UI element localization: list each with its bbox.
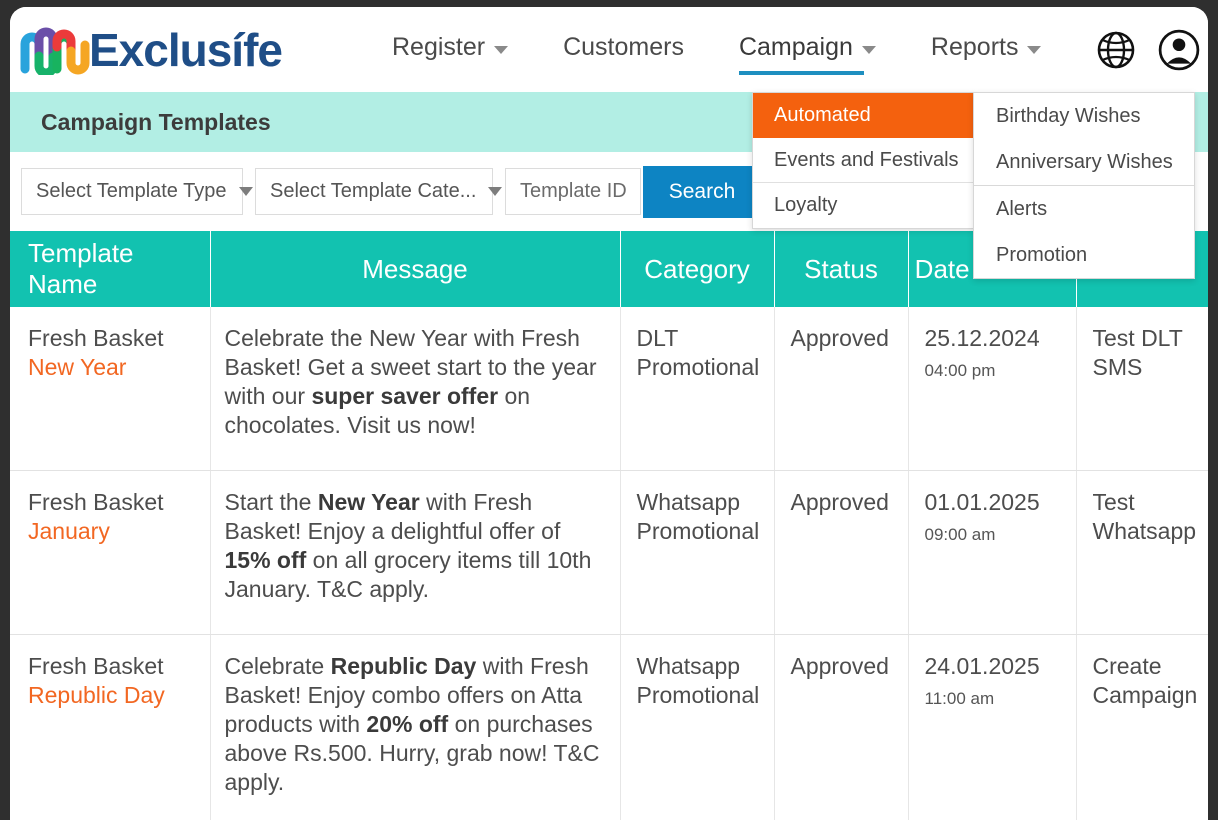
column-header-category[interactable]: Category — [620, 231, 774, 307]
chevron-down-icon — [488, 187, 502, 196]
submenu-item-birthday-wishes[interactable]: Birthday Wishes — [974, 93, 1194, 139]
submenu-item-promotion[interactable]: Promotion — [974, 232, 1194, 278]
page-title: Campaign Templates — [41, 109, 271, 136]
menu-item-automated[interactable]: Automated — [753, 93, 973, 138]
table-body: Fresh BasketNew YearCelebrate the New Ye… — [10, 307, 1208, 820]
nav-label-reports: Reports — [931, 33, 1019, 62]
message-emphasis: Republic Day — [331, 653, 477, 679]
message-text: Celebrate — [225, 653, 331, 679]
cell-date-created: 24.01.2025 11:00 am — [908, 634, 1076, 820]
message-text: Start the — [225, 489, 318, 515]
menu-item-events-and-festivals[interactable]: Events and Festivals — [753, 138, 973, 183]
cell-message: Celebrate Republic Day with Fresh Basket… — [210, 634, 620, 820]
cell-status: Approved — [774, 307, 908, 470]
chevron-down-icon — [494, 46, 508, 54]
time-value: 09:00 am — [925, 524, 1062, 545]
brand-logo[interactable]: Exclusífe — [17, 20, 282, 80]
chevron-down-icon — [1027, 46, 1041, 54]
column-header-template-name[interactable]: Template Name — [10, 231, 210, 307]
cell-message: Celebrate the New Year with Fresh Basket… — [210, 307, 620, 470]
cell-date-created: 25.12.2024 04:00 pm — [908, 307, 1076, 470]
app-page: Exclusífe Register Customers Campaign Re… — [10, 7, 1208, 820]
table-row: Fresh BasketRepublic DayCelebrate Republ… — [10, 634, 1208, 820]
nav-item-customers[interactable]: Customers — [563, 33, 684, 67]
template-name-main: Fresh Basket — [28, 652, 196, 681]
template-category-select[interactable]: Select Template Cate... — [255, 168, 493, 215]
cell-message: Start the New Year with Fresh Basket! En… — [210, 470, 620, 634]
column-header-status[interactable]: Status — [774, 231, 908, 307]
template-category-value: Select Template Cate... — [270, 180, 476, 203]
chevron-down-icon — [862, 46, 876, 54]
submenu-item-anniversary-wishes[interactable]: Anniversary Wishes — [974, 139, 1194, 185]
template-type-value: Select Template Type — [36, 180, 227, 203]
message-emphasis: 20% off — [366, 711, 448, 737]
nav-item-reports[interactable]: Reports — [931, 33, 1042, 67]
wave-logo-icon — [17, 25, 93, 75]
date-value: 01.01.2025 — [925, 488, 1062, 517]
template-name-sub: New Year — [28, 353, 196, 382]
nav-item-register[interactable]: Register — [392, 33, 508, 67]
nav-right-actions — [1096, 29, 1208, 71]
cell-action[interactable]: Test DLT SMS — [1076, 307, 1208, 470]
message-emphasis: super saver offer — [311, 383, 498, 409]
message-emphasis: 15% off — [225, 547, 307, 573]
cell-date-created: 01.01.2025 09:00 am — [908, 470, 1076, 634]
cell-status: Approved — [774, 470, 908, 634]
date-value: 24.01.2025 — [925, 652, 1062, 681]
campaign-menu-primary: Automated Events and Festivals Loyalty — [752, 92, 974, 229]
window-frame: Exclusífe Register Customers Campaign Re… — [0, 0, 1218, 820]
template-name-sub: January — [28, 517, 196, 546]
message-emphasis: New Year — [318, 489, 420, 515]
menu-label-loyalty: Loyalty — [774, 194, 837, 217]
cell-template-name: Fresh BasketRepublic Day — [10, 634, 210, 820]
table-row: Fresh BasketJanuaryStart the New Year wi… — [10, 470, 1208, 634]
menu-item-loyalty[interactable]: Loyalty — [753, 183, 973, 228]
nav-label-campaign: Campaign — [739, 33, 853, 62]
cell-status: Approved — [774, 634, 908, 820]
cell-action[interactable]: Create Campaign — [1076, 634, 1208, 820]
top-navigation-bar: Exclusífe Register Customers Campaign Re… — [10, 7, 1208, 92]
table-row: Fresh BasketNew YearCelebrate the New Ye… — [10, 307, 1208, 470]
cell-template-name: Fresh BasketNew Year — [10, 307, 210, 470]
cell-category: Whatsapp Promotional — [620, 634, 774, 820]
nav-label-register: Register — [392, 33, 485, 62]
nav-item-list: Register Customers Campaign Reports — [392, 7, 1096, 92]
template-id-input[interactable] — [505, 168, 641, 215]
user-avatar-icon — [1158, 29, 1200, 71]
avatar-menu[interactable] — [1158, 29, 1208, 71]
template-name-main: Fresh Basket — [28, 324, 196, 353]
submenu-item-alerts[interactable]: Alerts — [974, 186, 1194, 232]
submenu-label-anniversary-wishes: Anniversary Wishes — [996, 151, 1173, 174]
submenu-label-promotion: Promotion — [996, 244, 1087, 267]
cell-category: DLT Promotional — [620, 307, 774, 470]
menu-label-events-and-festivals: Events and Festivals — [774, 149, 959, 172]
automated-submenu: Birthday Wishes Anniversary Wishes Alert… — [973, 92, 1195, 279]
cell-template-name: Fresh BasketJanuary — [10, 470, 210, 634]
cell-action[interactable]: Test Whatsapp — [1076, 470, 1208, 634]
cell-category: Whatsapp Promotional — [620, 470, 774, 634]
brand-name: Exclusífe — [89, 27, 282, 73]
submenu-label-alerts: Alerts — [996, 198, 1047, 221]
nav-label-customers: Customers — [563, 33, 684, 62]
column-header-message[interactable]: Message — [210, 231, 620, 307]
date-value: 25.12.2024 — [925, 324, 1062, 353]
menu-label-automated: Automated — [774, 104, 871, 127]
chevron-down-icon — [239, 187, 253, 196]
template-name-main: Fresh Basket — [28, 488, 196, 517]
globe-icon[interactable] — [1096, 30, 1136, 70]
templates-table: Template Name Message Category Status Da… — [10, 231, 1208, 820]
time-value: 11:00 am — [925, 688, 1062, 709]
template-name-sub: Republic Day — [28, 681, 196, 710]
time-value: 04:00 pm — [925, 360, 1062, 381]
search-button[interactable]: Search — [643, 166, 761, 218]
submenu-label-birthday-wishes: Birthday Wishes — [996, 105, 1141, 128]
template-type-select[interactable]: Select Template Type — [21, 168, 243, 215]
nav-item-campaign[interactable]: Campaign — [739, 33, 876, 67]
